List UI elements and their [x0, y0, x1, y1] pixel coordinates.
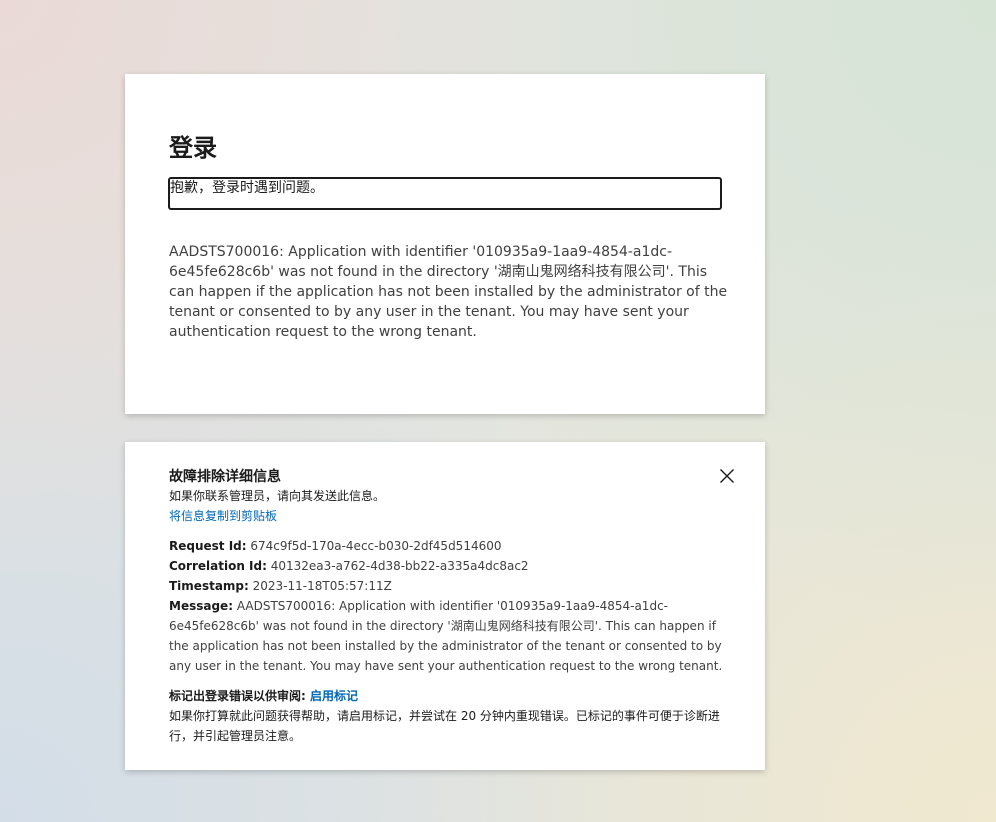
request-id-row: Request Id: 674c9f5d-170a-4ecc-b030-2df4… [169, 536, 729, 556]
flag-section: 标记出登录错误以供审阅: 启用标记 如果你打算就此问题获得帮助，请启用标记，并尝… [169, 686, 729, 746]
message-value: AADSTS700016: Application with identifie… [169, 599, 723, 673]
details-subtitle: 如果你联系管理员，请向其发送此信息。 [169, 489, 386, 503]
copy-to-clipboard-link[interactable]: 将信息复制到剪贴板 [169, 506, 729, 526]
details-title: 故障排除详细信息 [169, 469, 281, 485]
flag-description: 如果你打算就此问题获得帮助，请启用标记，并尝试在 20 分钟内重现错误。已标记的… [169, 709, 720, 743]
signin-card: 登录 抱歉，登录时遇到问题。 AADSTS700016: Application… [125, 74, 765, 414]
message-label: Message: [169, 599, 233, 613]
request-id-value: 674c9f5d-170a-4ecc-b030-2df45d514600 [250, 539, 502, 553]
correlation-id-label: Correlation Id: [169, 559, 267, 573]
correlation-id-row: Correlation Id: 40132ea3-a762-4d38-bb22-… [169, 556, 729, 576]
flag-label: 标记出登录错误以供审阅: [169, 689, 306, 703]
timestamp-row: Timestamp: 2023-11-18T05:57:11Z [169, 576, 729, 596]
enable-flagging-link[interactable]: 启用标记 [310, 689, 358, 703]
error-summary[interactable]: 抱歉，登录时遇到问题。 [168, 177, 722, 210]
timestamp-value: 2023-11-18T05:57:11Z [252, 579, 392, 593]
flag-row: 标记出登录错误以供审阅: 启用标记 [169, 686, 729, 706]
error-description: AADSTS700016: Application with identifie… [169, 244, 728, 340]
details-content: 故障排除详细信息 如果你联系管理员，请向其发送此信息。 将信息复制到剪贴板 Re… [169, 468, 729, 746]
request-id-label: Request Id: [169, 539, 247, 553]
message-row: Message: AADSTS700016: Application with … [169, 596, 729, 676]
troubleshooting-details-card: 故障排除详细信息 如果你联系管理员，请向其发送此信息。 将信息复制到剪贴板 Re… [125, 442, 765, 770]
timestamp-label: Timestamp: [169, 579, 249, 593]
page-title: 登录 [169, 134, 217, 162]
correlation-id-value: 40132ea3-a762-4d38-bb22-a335a4dc8ac2 [270, 559, 529, 573]
